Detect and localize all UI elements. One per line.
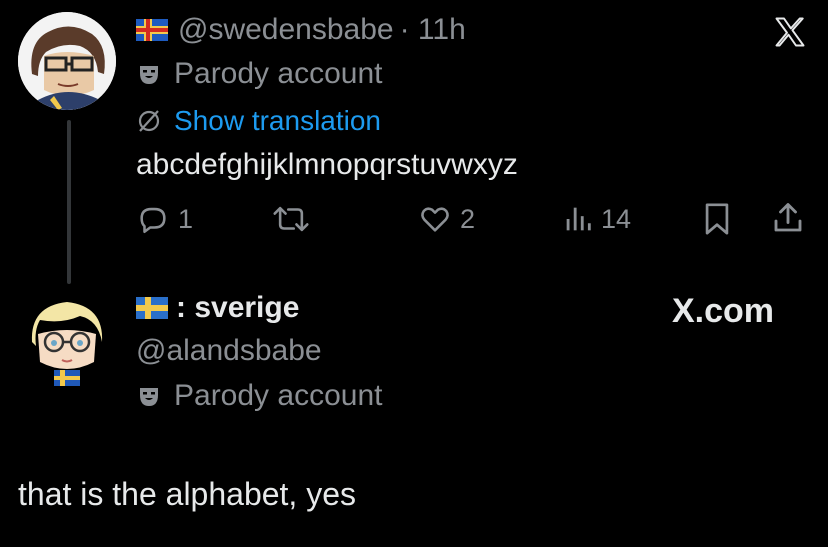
reply-icon xyxy=(136,202,170,236)
views-count: 14 xyxy=(601,203,632,234)
views-button[interactable]: 14 xyxy=(563,202,631,236)
parody-mask-icon xyxy=(136,61,162,87)
translate-icon xyxy=(136,108,162,134)
share-icon xyxy=(770,200,806,236)
tweet1-text: abcdefghijklmnopqrstuvwxyz xyxy=(136,148,518,181)
thread-connector xyxy=(67,120,71,284)
sweden-flag-icon xyxy=(136,297,168,319)
like-button[interactable]: 2 xyxy=(418,202,475,236)
tweet1-time[interactable]: · 11h xyxy=(400,13,466,47)
tweet2-display-name[interactable]: : sverige xyxy=(176,291,299,325)
x-logo-icon[interactable] xyxy=(772,14,808,50)
repost-icon xyxy=(272,202,310,236)
tweet2-parody-label: Parody account xyxy=(174,379,383,412)
bookmark-icon xyxy=(702,202,732,236)
share-button[interactable] xyxy=(770,200,806,236)
bookmark-button[interactable] xyxy=(702,202,732,236)
repost-button[interactable] xyxy=(272,202,310,236)
tweet1-parody-label: Parody account xyxy=(174,57,383,90)
like-icon xyxy=(418,202,452,236)
views-icon xyxy=(563,202,593,236)
like-count: 2 xyxy=(460,203,476,234)
tweet1-handle[interactable]: @swedensbabe xyxy=(178,13,394,47)
tweet2-text: that is the alphabet, yes xyxy=(18,476,356,512)
show-translation-link[interactable]: Show translation xyxy=(174,105,381,137)
avatar-swedensbabe[interactable] xyxy=(18,12,116,110)
reply-count: 1 xyxy=(178,203,194,234)
reply-button[interactable]: 1 xyxy=(136,202,193,236)
parody-mask-icon xyxy=(136,383,162,409)
xcom-watermark: X.com xyxy=(672,292,775,330)
tweet2-handle[interactable]: @alandsbabe xyxy=(136,334,322,368)
avatar-alandsbabe[interactable] xyxy=(18,290,116,388)
aland-flag-icon xyxy=(136,19,168,41)
